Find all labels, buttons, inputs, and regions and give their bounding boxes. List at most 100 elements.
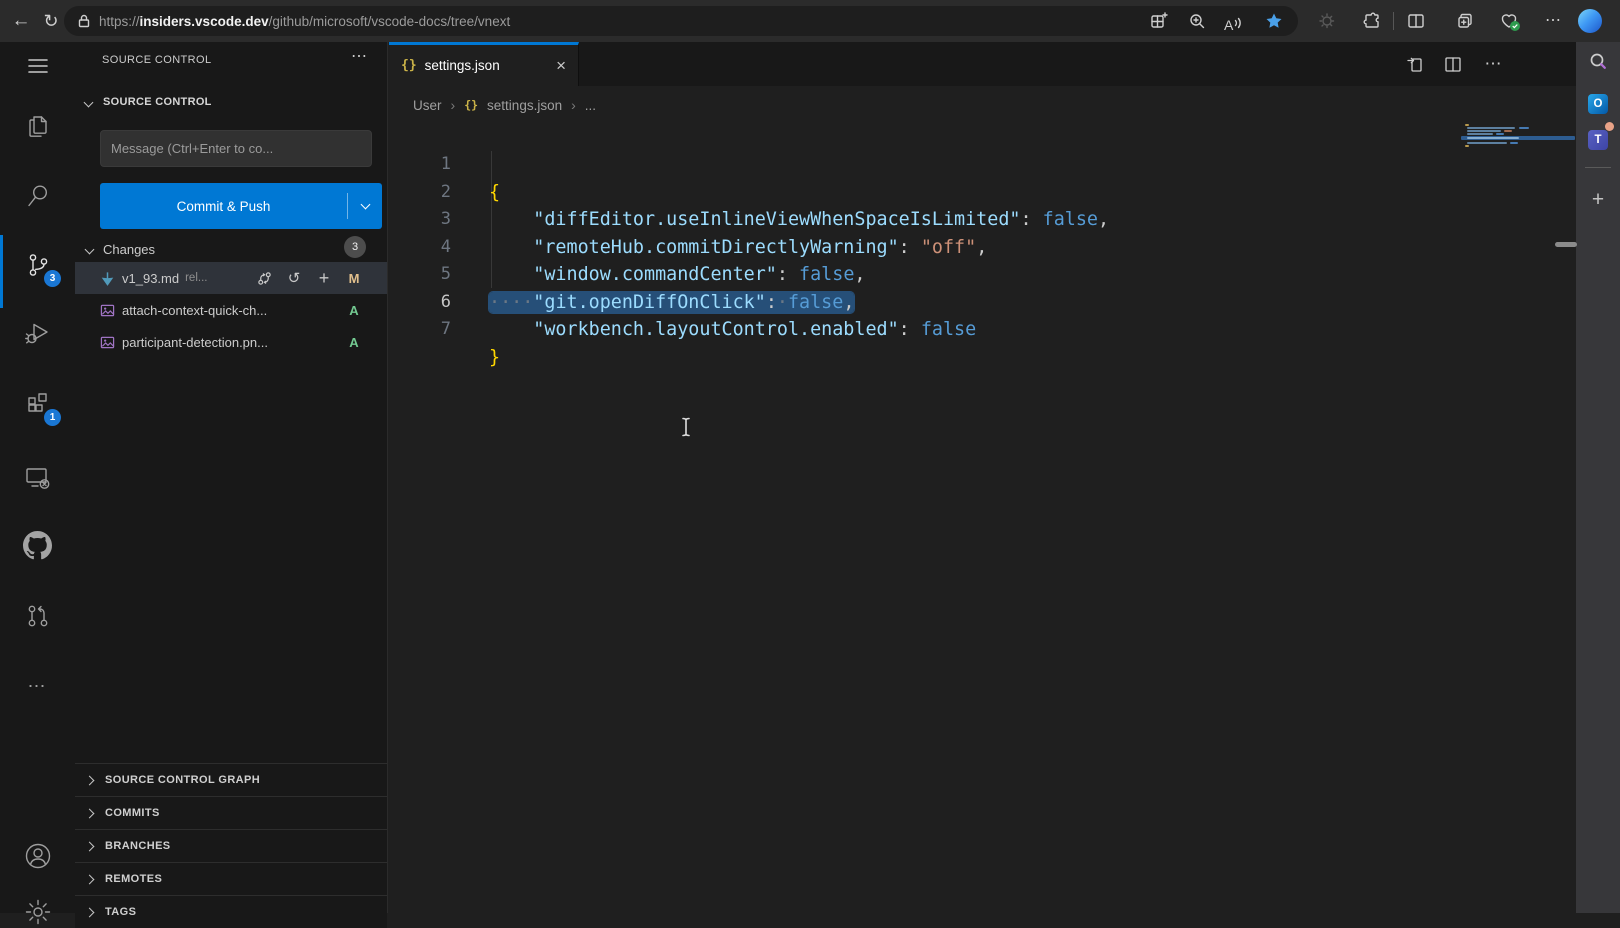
section-branches[interactable]: BRANCHES [75, 829, 387, 862]
changes-header[interactable]: Changes [75, 235, 387, 263]
zoom-icon[interactable] [1187, 11, 1207, 31]
github-icon[interactable] [0, 531, 75, 560]
browser-more-icon[interactable]: ⋯ [1540, 0, 1566, 42]
changed-file-row[interactable]: attach-context-quick-ch... A [75, 294, 387, 326]
commit-message-input[interactable] [100, 130, 372, 167]
extensions-icon[interactable] [0, 390, 75, 418]
mouse-cursor-ibeam [679, 416, 693, 438]
markdown-file-icon [100, 271, 115, 286]
breadcrumb-tail[interactable]: ... [585, 98, 596, 113]
minimap[interactable] [1467, 137, 1519, 139]
section-commits[interactable]: COMMITS [75, 796, 387, 829]
settings-gear-icon[interactable] [0, 898, 75, 926]
tab-settings-json[interactable]: {} settings.json × [389, 42, 579, 86]
notification-dot [1605, 122, 1614, 131]
url-host: insiders.vscode.dev [140, 14, 269, 29]
back-icon[interactable]: ← [8, 0, 34, 42]
code-line[interactable]: 7 } [389, 289, 1576, 317]
json-icon: {} [401, 58, 417, 73]
close-tab-icon[interactable]: × [556, 58, 566, 74]
breadcrumb[interactable]: User › {} settings.json › ... [413, 88, 596, 122]
account-icon[interactable] [0, 841, 75, 871]
workspaces-icon[interactable] [1149, 11, 1169, 31]
favorites-star-icon[interactable] [1264, 11, 1284, 31]
panel-more-icon[interactable]: ⋯ [351, 46, 367, 66]
edge-sidebar-rail: O T + [1576, 42, 1620, 913]
minimap[interactable] [1467, 130, 1501, 132]
code-line-selected[interactable]: 5 ····"git.openDiffOnClick":·false, [389, 234, 1576, 262]
scrollbar-handle[interactable] [1555, 242, 1577, 247]
minimap[interactable] [1467, 133, 1493, 135]
minimap[interactable] [1519, 127, 1529, 129]
run-debug-icon[interactable] [0, 319, 75, 347]
open-changes-icon[interactable] [253, 262, 275, 294]
source-control-icon[interactable] [0, 251, 75, 279]
discard-changes-icon[interactable]: ↺ [283, 262, 305, 294]
tab-label: settings.json [425, 58, 500, 73]
changed-file-row[interactable]: v1_93.md rel... ↺ + M [75, 262, 387, 294]
commit-and-push-button[interactable]: Commit & Push [100, 183, 382, 229]
lock-icon [77, 13, 91, 29]
section-label: SOURCE CONTROL GRAPH [105, 774, 260, 786]
code-line[interactable]: 6 "workbench.layoutControl.enabled": fal… [389, 261, 1576, 289]
read-aloud-icon[interactable]: A [1224, 16, 1244, 36]
minimap[interactable] [1465, 145, 1469, 147]
code-line[interactable]: 4 "window.commandCenter": false, [389, 206, 1576, 234]
activity-more-icon[interactable]: ⋯ [0, 676, 75, 697]
remote-explorer-icon[interactable] [0, 464, 75, 494]
teams-icon[interactable]: T [1576, 130, 1620, 150]
section-label: BRANCHES [105, 840, 171, 852]
chevron-down-icon [84, 97, 94, 107]
collections-icon[interactable] [1455, 11, 1475, 31]
breadcrumb-file[interactable]: settings.json [487, 98, 562, 113]
split-screen-icon[interactable] [1406, 11, 1426, 31]
split-editor-icon[interactable] [1441, 52, 1465, 76]
code-line[interactable]: 2 "diffEditor.useInlineViewWhenSpaceIsLi… [389, 151, 1576, 179]
section-remotes[interactable]: REMOTES [75, 862, 387, 895]
minimap[interactable] [1504, 130, 1512, 132]
sidebar-search-icon[interactable] [1576, 50, 1620, 74]
activity-bar: 3 1 ⋯ [0, 42, 75, 913]
minimap[interactable] [1467, 127, 1515, 129]
stage-changes-icon[interactable]: + [313, 262, 335, 294]
gear-icon[interactable] [1317, 11, 1337, 31]
minimap[interactable] [1467, 142, 1507, 144]
address-bar[interactable]: https://insiders.vscode.dev/github/micro… [64, 6, 1298, 36]
changed-file-row[interactable]: participant-detection.pn... A [75, 326, 387, 358]
code-line[interactable]: 3 "remoteHub.commitDirectlyWarning": "of… [389, 179, 1576, 207]
scm-section-header[interactable]: SOURCE CONTROL [75, 90, 387, 114]
menu-hamburger-icon[interactable] [0, 56, 75, 76]
section-tags[interactable]: TAGS [75, 895, 387, 928]
code-line[interactable]: 1 { [389, 124, 1576, 152]
chevron-down-icon [360, 200, 370, 210]
chevron-down-icon [85, 244, 95, 254]
editor-more-icon[interactable]: ⋯ [1481, 52, 1505, 76]
puzzle-extensions-icon[interactable] [1362, 11, 1382, 31]
chevron-right-icon [85, 907, 95, 917]
outlook-icon[interactable]: O [1576, 94, 1620, 114]
section-source-control-graph[interactable]: SOURCE CONTROL GRAPH [75, 763, 387, 796]
image-file-icon [100, 303, 115, 318]
editor-group: {} settings.json × ⋯ User › {} settings.… [389, 42, 1576, 913]
search-icon[interactable] [0, 181, 75, 209]
pull-requests-icon[interactable] [0, 601, 75, 631]
sidebar-add-icon[interactable]: + [1576, 190, 1620, 210]
open-changes-action-icon[interactable] [1403, 52, 1427, 76]
breadcrumb-sep-icon: › [571, 97, 576, 113]
minimap[interactable] [1465, 124, 1469, 126]
commit-dropdown-button[interactable] [348, 204, 382, 208]
changes-count-badge: 3 [344, 236, 366, 258]
explorer-icon[interactable] [0, 110, 75, 138]
minimap[interactable] [1496, 133, 1504, 135]
browser-essentials-icon[interactable] [1499, 11, 1519, 36]
url-text: https://insiders.vscode.dev/github/micro… [99, 14, 510, 29]
scm-badge: 3 [44, 270, 61, 287]
active-view-indicator [0, 235, 3, 308]
breadcrumb-root[interactable]: User [413, 98, 442, 113]
minimap[interactable] [1510, 142, 1518, 144]
extensions-badge: 1 [44, 409, 61, 426]
section-label: TAGS [105, 906, 136, 918]
status-modified: M [345, 262, 363, 294]
refresh-icon[interactable]: ↻ [38, 0, 64, 42]
copilot-icon[interactable] [1578, 9, 1602, 33]
